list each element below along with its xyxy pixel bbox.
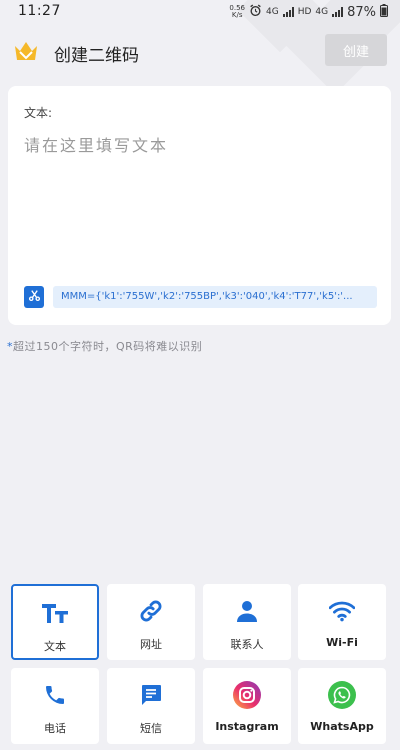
scissors-icon xyxy=(28,288,41,307)
clipboard-preview[interactable]: MMM={'k1':'755W','k2':'755BP','k3':'040'… xyxy=(53,286,377,308)
whatsapp-icon xyxy=(328,681,356,709)
hd-badge: HD xyxy=(297,7,312,17)
text-input[interactable]: 请在这里填写文本 xyxy=(24,132,168,156)
type-tile-label: Instagram xyxy=(215,720,279,733)
type-tile-phone[interactable]: 电话 xyxy=(11,668,99,744)
app-header: 创建二维码 创建 xyxy=(0,30,400,74)
status-bar: 11:27 0.56 K/s 4G HD 4G 87% xyxy=(0,0,400,24)
wifi-icon xyxy=(328,598,356,624)
net-speed: 0.56 K/s xyxy=(229,4,245,19)
text-field-label: 文本: xyxy=(24,106,53,120)
phone-icon xyxy=(41,682,69,708)
type-tile-label: 联系人 xyxy=(230,638,264,651)
page-title: 创建二维码 xyxy=(54,46,139,66)
text-input-card: 文本: 请在这里填写文本 MMM={'k1':'755W','k2':'755B… xyxy=(8,86,391,325)
type-tile-text[interactable]: 文本 xyxy=(11,584,99,660)
type-tile-label: Wi-Fi xyxy=(326,636,358,649)
type-tile-contact[interactable]: 联系人 xyxy=(203,584,291,660)
signal-icon xyxy=(282,7,294,17)
type-tile-whatsapp[interactable]: WhatsApp xyxy=(298,668,386,744)
type-tile-instagram[interactable]: Instagram xyxy=(203,668,291,744)
type-tile-sms[interactable]: 短信 xyxy=(107,668,195,744)
type-tile-label: WhatsApp xyxy=(310,720,374,733)
battery-icon xyxy=(380,4,388,20)
type-tile-wifi[interactable]: Wi-Fi xyxy=(298,584,386,660)
type-tile-url[interactable]: 网址 xyxy=(107,584,195,660)
alarm-icon xyxy=(249,4,262,20)
type-tile-label: 网址 xyxy=(140,638,162,651)
network-type-2: 4G xyxy=(315,7,329,17)
battery-percent: 87% xyxy=(347,4,376,20)
link-icon xyxy=(137,598,165,624)
network-type-1: 4G xyxy=(265,7,279,17)
message-icon xyxy=(137,682,165,708)
status-time: 11:27 xyxy=(18,3,61,19)
instagram-icon xyxy=(233,681,261,709)
text-format-icon xyxy=(41,600,69,626)
paste-clipboard-button[interactable] xyxy=(24,286,44,308)
type-tile-label: 电话 xyxy=(44,722,66,735)
character-limit-hint: *超过150个字符时，QR码将难以识别 xyxy=(7,340,203,353)
create-button[interactable]: 创建 xyxy=(325,34,387,66)
type-tile-label: 短信 xyxy=(140,722,162,735)
app-logo-icon xyxy=(12,38,40,64)
status-icons: 0.56 K/s 4G HD 4G 87% xyxy=(229,2,388,22)
type-tile-label: 文本 xyxy=(44,640,66,653)
person-icon xyxy=(233,598,261,624)
signal-icon xyxy=(332,7,344,17)
